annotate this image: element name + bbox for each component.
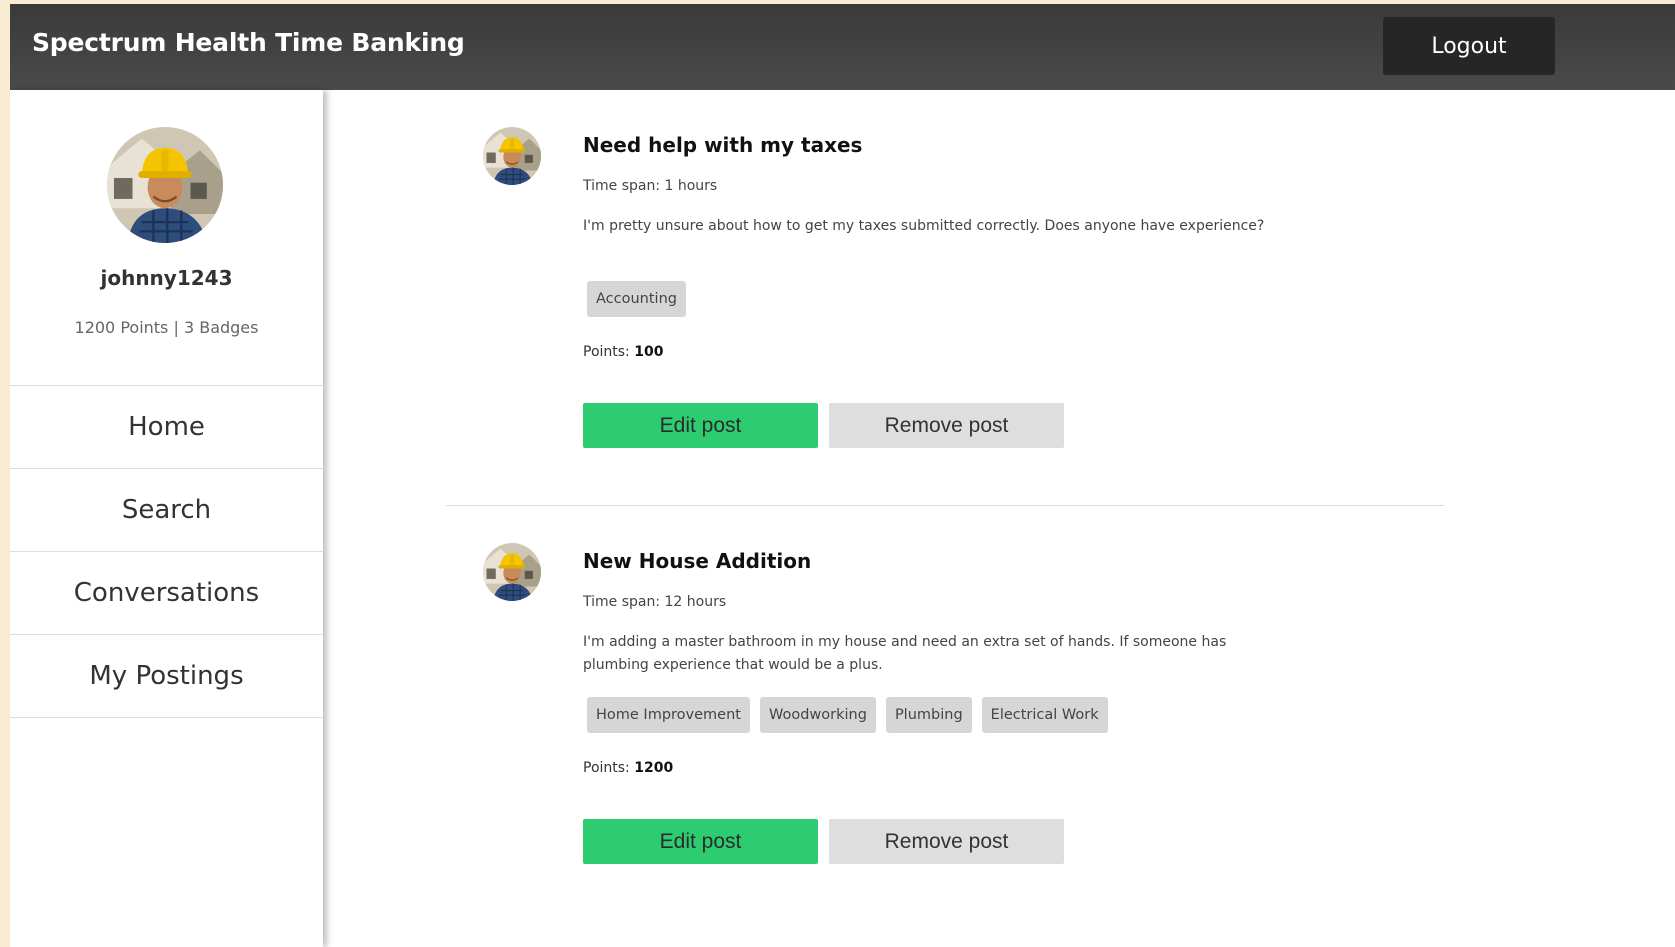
points-label: Points: — [583, 760, 630, 776]
post-title: New House Addition — [583, 549, 812, 573]
post-title: Need help with my taxes — [583, 133, 863, 157]
post-author-avatar — [483, 127, 541, 185]
post-time-span: Time span: 12 hours — [583, 594, 727, 610]
points-value: 1200 — [634, 760, 674, 776]
post-description: I'm pretty unsure about how to get my ta… — [583, 218, 1265, 234]
tag: Electrical Work — [981, 697, 1108, 733]
sidebar-item-conversations[interactable]: Conversations — [10, 552, 323, 635]
edit-post-button[interactable]: Edit post — [583, 403, 818, 448]
app-window: Spectrum Health Time Banking Logout john… — [10, 4, 1675, 947]
edit-post-button[interactable]: Edit post — [583, 819, 818, 864]
main-content: Need help with my taxes Time span: 1 hou… — [323, 90, 1675, 947]
tag: Plumbing — [885, 697, 972, 733]
post-tags: Accounting — [587, 281, 686, 317]
profile-avatar — [107, 127, 223, 243]
logout-button[interactable]: Logout — [1383, 17, 1555, 75]
remove-post-button[interactable]: Remove post — [829, 403, 1064, 448]
profile-stats: 1200 Points | 3 Badges — [74, 318, 259, 337]
sidebar-nav: Home Search Conversations My Postings — [10, 385, 323, 718]
post-description: I'm adding a master bathroom in my house… — [583, 634, 1227, 673]
post-divider — [446, 505, 1444, 506]
post-points: Points: 100 — [583, 344, 663, 360]
points-value: 100 — [634, 344, 664, 360]
sidebar-item-my-postings[interactable]: My Postings — [10, 635, 323, 718]
app-title: Spectrum Health Time Banking — [32, 28, 465, 57]
sidebar-item-home[interactable]: Home — [10, 386, 323, 469]
tag: Accounting — [587, 281, 686, 317]
sidebar: johnny1243 1200 Points | 3 Badges Home S… — [10, 90, 323, 947]
tag: Home Improvement — [587, 697, 750, 733]
post-points: Points: 1200 — [583, 760, 673, 776]
remove-post-button[interactable]: Remove post — [829, 819, 1064, 864]
top-bar: Spectrum Health Time Banking Logout — [10, 4, 1675, 90]
post-time-span: Time span: 1 hours — [583, 178, 718, 194]
post-author-avatar — [483, 543, 541, 601]
sidebar-item-search[interactable]: Search — [10, 469, 323, 552]
profile-username: johnny1243 — [100, 266, 233, 290]
points-label: Points: — [583, 344, 630, 360]
tag: Woodworking — [759, 697, 876, 733]
post-tags: Home Improvement Woodworking Plumbing El… — [587, 697, 1108, 733]
